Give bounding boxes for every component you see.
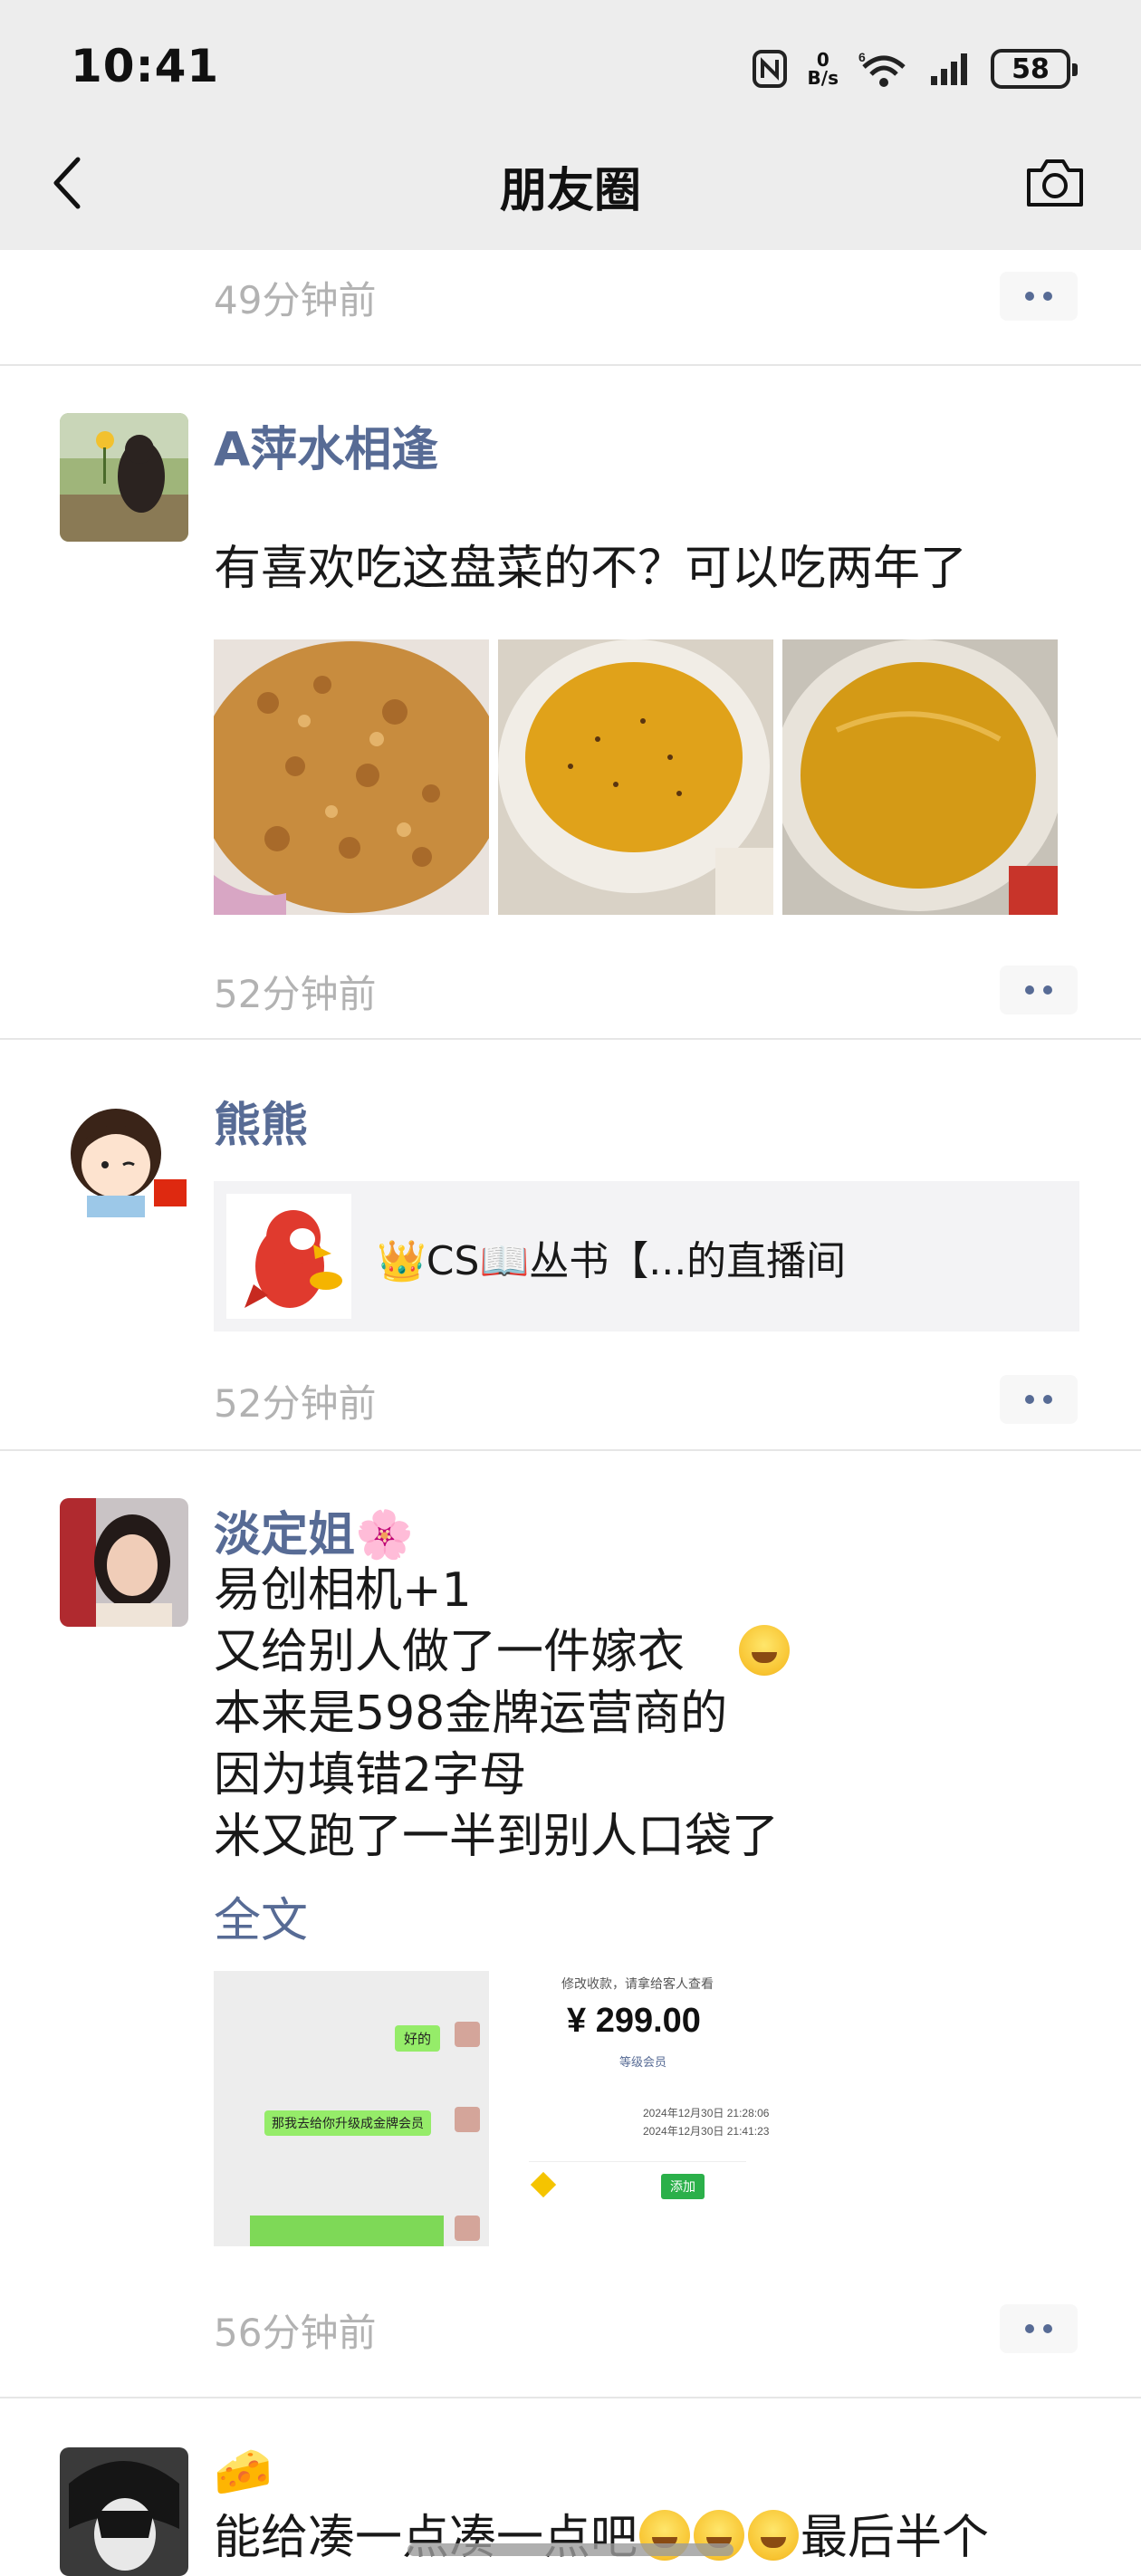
post-time: 56分钟前	[214, 2311, 377, 2355]
home-indicator[interactable]	[408, 2543, 734, 2556]
more-dot-icon	[1043, 292, 1052, 301]
post-text-content: 有喜欢吃这盘菜的不？可以吃两年了	[214, 542, 968, 596]
chat-avatar	[455, 2216, 480, 2241]
more-options-button[interactable]	[1000, 966, 1078, 1014]
sad-face-emoji-icon	[748, 2510, 800, 2561]
more-dot-icon	[1025, 1395, 1034, 1404]
chat-avatar	[455, 2107, 480, 2132]
more-dot-icon	[1043, 1395, 1052, 1404]
post-text: 易创相机+1 又给别人做了一件嫁衣 本来是598金牌运营商的 因为填错2字母 米…	[214, 1563, 780, 1864]
parrot-icon	[226, 1194, 351, 1319]
full-text-link[interactable]: 全文	[214, 1882, 308, 1950]
post-time: 52分钟前	[214, 1381, 377, 1426]
parrot-logo	[226, 1194, 351, 1319]
cartoon-girl-avatar	[60, 1089, 188, 1217]
camera-icon[interactable]	[1023, 156, 1087, 210]
moment-post: 淡定姐🌸 易创相机+1 又给别人做了一件嫁衣 本来是598金牌运营商的 因为填错…	[0, 1451, 1141, 2398]
more-dot-icon	[1043, 2324, 1052, 2333]
svg-text:6: 6	[858, 50, 866, 64]
diamond-icon	[530, 2171, 557, 2198]
divider	[529, 2161, 746, 2162]
payment-row: 2024年12月30日 21:41:23	[643, 2125, 770, 2138]
payment-title: 修改收款，请拿给客人查看	[561, 1976, 714, 1991]
chat-bubble: 好的	[395, 2025, 441, 2052]
shared-link-card[interactable]: 👑CS📖丛书【...的直播间	[214, 1181, 1079, 1331]
battery-indicator: 58	[991, 49, 1078, 89]
chat-bubble: 那我去给你升级成金牌会员	[264, 2110, 431, 2136]
crying-laughing-emoji-icon	[739, 1625, 790, 1676]
more-options-button[interactable]	[1000, 1375, 1078, 1424]
chat-bubble-blurred	[250, 2216, 444, 2246]
payment-amount: ¥ 299.00	[567, 2002, 701, 2040]
battery-level: 58	[1012, 53, 1050, 85]
payment-row: 2024年12月30日 21:28:06	[643, 2107, 770, 2119]
avatar[interactable]	[60, 2447, 188, 2576]
more-dot-icon	[1025, 292, 1034, 301]
author-name[interactable]: A萍水相逢	[214, 411, 438, 479]
shared-link-title: 👑CS📖丛书【...的直播间	[377, 1238, 847, 1284]
payment-screenshot: 修改收款，请拿给客人查看 ¥ 299.00 等级会员 2024年12月30日 2…	[498, 1971, 773, 2246]
post-time: 49分钟前	[214, 278, 377, 322]
avatar[interactable]	[60, 1089, 188, 1217]
chat-screenshot: 好的 那我去给你升级成金牌会员	[214, 1971, 489, 2246]
moment-post: 49分钟前	[0, 250, 1141, 366]
avatar[interactable]	[60, 413, 188, 542]
top-bar: 10:41 0 B/s 6 58 朋友圈	[0, 0, 1141, 250]
post-text: 能给凑一点凑一点吧 最后半个	[214, 2507, 1083, 2569]
woman-photo-avatar	[60, 1498, 188, 1627]
post-image[interactable]: 修改收款，请拿给客人查看 ¥ 299.00 等级会员 2024年12月30日 2…	[498, 1971, 773, 2246]
bowl-photo	[498, 639, 773, 915]
status-time: 10:41	[71, 40, 220, 92]
author-name[interactable]: 淡定姐🌸	[214, 1496, 414, 1564]
nfc-icon	[752, 50, 787, 88]
post-time: 52分钟前	[214, 972, 377, 1016]
anime-avatar	[60, 2447, 188, 2576]
post-image[interactable]	[782, 639, 1058, 915]
wifi-icon: 6	[858, 50, 906, 87]
add-button: 添加	[661, 2174, 705, 2199]
avatar-photo	[60, 413, 188, 542]
post-image[interactable]: 好的 那我去给你升级成金牌会员	[214, 1971, 489, 2246]
moment-post: A萍水相逢 有喜欢吃这盘菜的不？可以吃两年了 52分钟前	[0, 366, 1141, 1040]
chat-avatar	[455, 2022, 480, 2047]
more-dot-icon	[1025, 985, 1034, 995]
food-dish-photo	[214, 639, 489, 915]
moment-post: 熊熊 👑CS📖丛书【...的直播间 52分钟前	[0, 1040, 1141, 1451]
post-image[interactable]	[498, 639, 773, 915]
net-speed-unit: B/s	[807, 67, 839, 89]
net-speed: 0 B/s	[808, 51, 839, 87]
bowl-photo	[782, 639, 1058, 915]
post-image[interactable]	[214, 639, 489, 915]
more-dot-icon	[1043, 985, 1052, 995]
author-name[interactable]: 🧀	[214, 2444, 273, 2499]
more-options-button[interactable]	[1000, 272, 1078, 321]
payment-plan: 等级会员	[619, 2055, 667, 2069]
page-title: 朋友圈	[499, 164, 641, 218]
signal-icon	[931, 53, 967, 85]
post-text-tail: 最后半个	[801, 2511, 990, 2565]
net-speed-value: 0	[816, 49, 829, 71]
more-options-button[interactable]	[1000, 2304, 1078, 2353]
more-dot-icon	[1025, 2324, 1034, 2333]
author-name[interactable]: 熊熊	[214, 1087, 308, 1155]
post-text-content: 能给凑一点凑一点吧	[214, 2511, 638, 2565]
avatar[interactable]	[60, 1498, 188, 1627]
status-icons: 0 B/s 6 58	[752, 43, 1078, 94]
